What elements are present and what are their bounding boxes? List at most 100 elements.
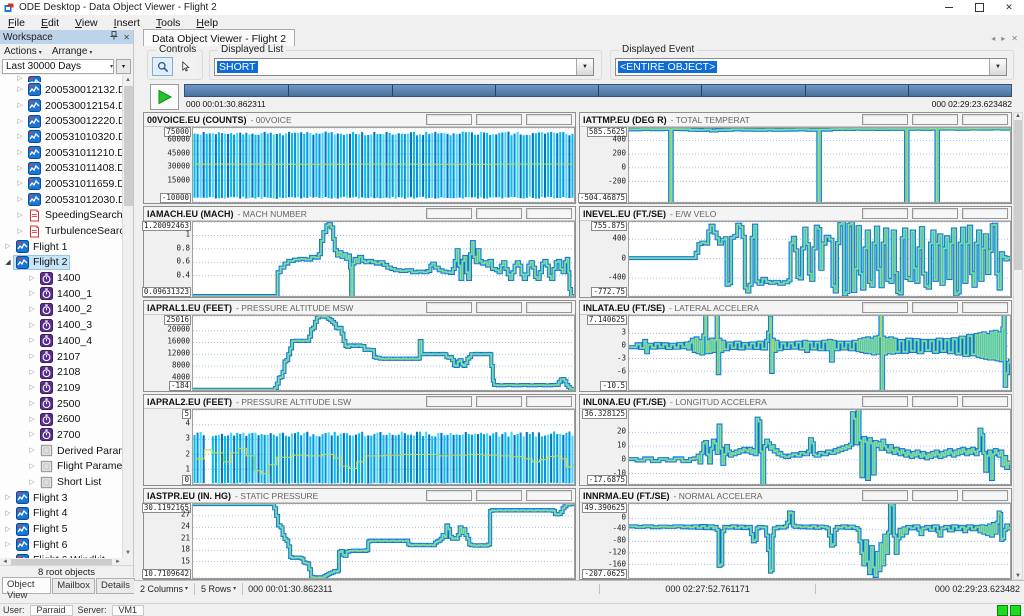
tree-item[interactable]: ▷1400 bbox=[0, 270, 123, 286]
pointer-tool-button[interactable] bbox=[175, 57, 196, 76]
tree-item[interactable]: ▷2109 bbox=[0, 380, 123, 396]
combo-arrow-icon[interactable]: ▼ bbox=[576, 59, 593, 75]
tree-item[interactable]: ▷Flight 4 bbox=[0, 506, 123, 522]
expand-icon[interactable]: ▷ bbox=[27, 275, 37, 282]
scrollbar-thumb[interactable] bbox=[124, 86, 133, 206]
tree-item[interactable]: ▷2108 bbox=[0, 364, 123, 380]
chart-plot[interactable] bbox=[628, 315, 1011, 391]
zoom-tool-button[interactable] bbox=[152, 57, 173, 76]
displayed-event-combobox[interactable]: <ENTIRE OBJECT> ▼ bbox=[615, 58, 1007, 76]
tree-item[interactable]: ▷Derived Parameters bbox=[0, 443, 123, 459]
minimize-button[interactable] bbox=[934, 0, 964, 15]
combo-arrow-icon[interactable]: ▼ bbox=[989, 59, 1006, 75]
tree-vertical-scrollbar[interactable]: ▲ ▼ bbox=[122, 75, 133, 558]
tree-item[interactable]: ▷1400_2 bbox=[0, 302, 123, 318]
expand-icon[interactable]: ▷ bbox=[27, 463, 37, 470]
tree-item[interactable]: ▷Flight Parameters bbox=[0, 459, 123, 475]
chart-plot[interactable] bbox=[192, 409, 575, 485]
tree-item[interactable]: ▷SpeedingSearchExpr bbox=[0, 208, 123, 224]
expand-icon[interactable]: ▷ bbox=[15, 196, 25, 203]
chart-plot[interactable] bbox=[192, 127, 575, 203]
tree-item-body[interactable]: 200531011659.D58 bbox=[25, 176, 123, 191]
charts-vertical-scrollbar[interactable]: ▲ ▼ bbox=[1013, 112, 1023, 580]
expand-icon[interactable]: ▷ bbox=[27, 353, 37, 360]
tree-item[interactable]: ▷200531011659.D58 bbox=[0, 176, 123, 192]
expand-icon[interactable]: ▷ bbox=[27, 400, 37, 407]
workspace-close-icon[interactable]: ✕ bbox=[123, 33, 130, 42]
tree-item[interactable]: ▷Flight 1 bbox=[0, 239, 123, 255]
tab-details[interactable]: Details bbox=[96, 578, 135, 594]
chart-plot[interactable] bbox=[192, 315, 575, 391]
tree-item-body[interactable]: 200531010320.D03 bbox=[25, 129, 123, 144]
tree-item-body[interactable]: Short List bbox=[37, 475, 104, 490]
tree-item[interactable]: ▷1400_4 bbox=[0, 333, 123, 349]
nav-left-icon[interactable]: ◂ bbox=[991, 34, 995, 43]
collapse-icon[interactable]: ◢ bbox=[3, 259, 13, 266]
tree-item[interactable]: ▷1400_1 bbox=[0, 286, 123, 302]
expand-icon[interactable]: ▷ bbox=[3, 243, 13, 250]
expand-icon[interactable]: ▷ bbox=[15, 180, 25, 187]
tree-item[interactable]: ▷Flight 6 bbox=[0, 537, 123, 553]
tree-item-body[interactable] bbox=[25, 75, 48, 82]
tree-item[interactable]: ▷2600 bbox=[0, 411, 123, 427]
chart-plot[interactable] bbox=[628, 127, 1011, 203]
chart-header[interactable]: IATTMP.EU (DEG R)- TOTAL TEMPERAT bbox=[580, 113, 1011, 127]
menu-file[interactable]: File bbox=[0, 17, 33, 29]
tree-item-body[interactable]: 200530012132.D52 bbox=[25, 82, 123, 97]
menu-help[interactable]: Help bbox=[188, 17, 226, 29]
tree-item[interactable]: ▷1400_3 bbox=[0, 317, 123, 333]
tree-item-body[interactable]: 1400 bbox=[37, 271, 83, 286]
chart-header[interactable]: INNRMA.EU (FT./SE)- NORMAL ACCELERA bbox=[580, 489, 1011, 503]
tree-item-body[interactable]: 2500 bbox=[37, 396, 83, 411]
tab-mailbox[interactable]: Mailbox bbox=[52, 578, 95, 594]
tree-item-body[interactable]: Derived Parameters bbox=[37, 443, 123, 458]
expand-icon[interactable]: ▷ bbox=[15, 133, 25, 140]
pin-icon[interactable] bbox=[110, 31, 118, 43]
expand-icon[interactable]: ▷ bbox=[15, 118, 25, 125]
expand-icon[interactable]: ▷ bbox=[27, 447, 37, 454]
tree-item-body[interactable]: Flight 2 bbox=[13, 255, 70, 270]
tree-item-body[interactable]: 200530012220.D39 bbox=[25, 114, 123, 129]
expand-icon[interactable]: ▷ bbox=[15, 75, 25, 82]
tree-item-body[interactable]: 1400_1 bbox=[37, 286, 95, 301]
tree-item-body[interactable]: Flight 3 bbox=[13, 490, 70, 505]
expand-icon[interactable]: ▷ bbox=[27, 337, 37, 344]
tree-item[interactable]: ▷200530012132.D52 bbox=[0, 82, 123, 98]
nav-right-icon[interactable]: ▸ bbox=[1001, 34, 1005, 43]
expand-icon[interactable]: ▷ bbox=[27, 290, 37, 297]
tree-item[interactable]: ▷200531011210.D21 bbox=[0, 145, 123, 161]
tree-item[interactable]: ▷2107 bbox=[0, 349, 123, 365]
tree-item[interactable]: ▷ bbox=[0, 75, 123, 82]
chart-header[interactable]: IASTPR.EU (IN. HG)- STATIC PRESSURE bbox=[144, 489, 575, 503]
expand-icon[interactable]: ▷ bbox=[15, 86, 25, 93]
chart-plot[interactable] bbox=[192, 503, 575, 579]
tree-item[interactable]: ▷Flight 3 bbox=[0, 490, 123, 506]
expand-icon[interactable]: ▷ bbox=[27, 431, 37, 438]
date-filter-dropdown[interactable]: Last 30000 Days ▾ bbox=[2, 59, 114, 74]
play-button[interactable] bbox=[150, 84, 179, 110]
filter-extra-button[interactable]: ▾ bbox=[116, 59, 131, 74]
chart-header[interactable]: INLATA.EU (FT./SE)- LATERAL ACCELERA bbox=[580, 301, 1011, 315]
chart-plot[interactable] bbox=[192, 221, 575, 297]
chart-header[interactable]: 00VOICE.EU (COUNTS)- 00VOICE bbox=[144, 113, 575, 127]
chart-header[interactable]: IAPRAL1.EU (FEET)- PRESSURE ALTITUDE MSW bbox=[144, 301, 575, 315]
expand-icon[interactable]: ▷ bbox=[15, 165, 25, 172]
chart-plot[interactable] bbox=[628, 221, 1011, 297]
columns-dropdown[interactable]: 2 Columns▾ bbox=[134, 583, 195, 595]
tree-item[interactable]: ▷200530012154.D46 bbox=[0, 98, 123, 114]
tab-object-view[interactable]: Object View bbox=[2, 577, 51, 594]
scroll-up-icon[interactable]: ▲ bbox=[1015, 113, 1021, 119]
tree-item[interactable]: ▷200531010320.D03 bbox=[0, 129, 123, 145]
tree-item-body[interactable]: SpeedingSearchExpr bbox=[25, 208, 123, 223]
chart-header[interactable]: INEVEL.EU (FT./SE)- E/W VELO bbox=[580, 207, 1011, 221]
chart-header[interactable]: INL0NA.EU (FT./SE)- LONGITUD ACCELERA bbox=[580, 395, 1011, 409]
tree-item[interactable]: ▷2500 bbox=[0, 396, 123, 412]
scroll-down-icon[interactable]: ▼ bbox=[123, 548, 133, 558]
tree-item-body[interactable]: Flight 1 bbox=[13, 239, 70, 254]
tree-item-body[interactable]: TurbulenceSearchExp bbox=[25, 224, 123, 239]
tree-item-body[interactable]: 1400_2 bbox=[37, 302, 95, 317]
tree-item[interactable]: ▷Short List bbox=[0, 474, 123, 490]
tree-item[interactable]: ▷2700 bbox=[0, 427, 123, 443]
timeline-bar[interactable] bbox=[184, 84, 1012, 97]
expand-icon[interactable]: ▷ bbox=[3, 510, 13, 517]
